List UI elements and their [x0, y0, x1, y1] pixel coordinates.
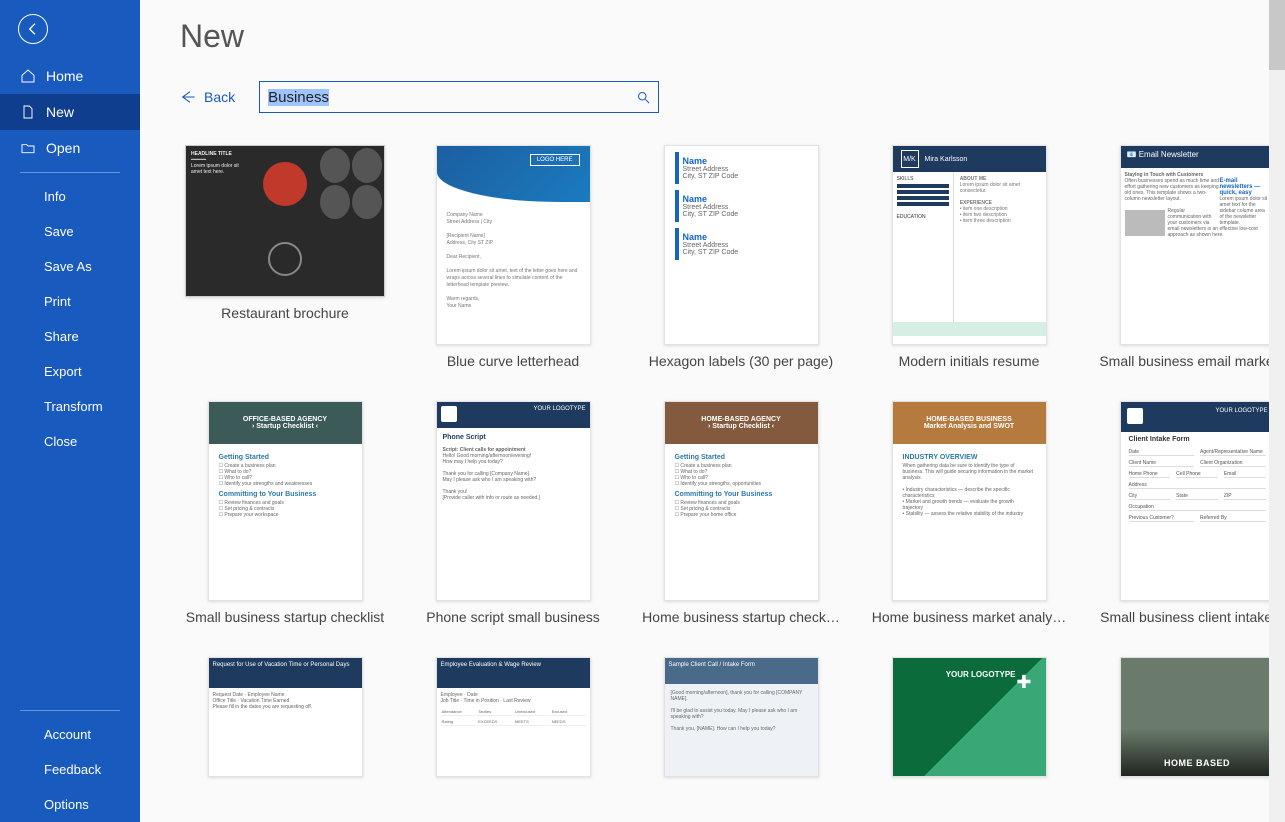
thumb-text: YOUR LOGOTYPE	[533, 406, 585, 424]
template-caption: Small business startup checklist	[186, 609, 384, 625]
search-input[interactable]	[260, 89, 628, 106]
thumb-text: City, ST ZIP Code	[683, 173, 804, 180]
thumb-text: Phone Script	[443, 434, 486, 441]
template-caption: Phone script small business	[426, 609, 600, 625]
template-restaurant-brochure[interactable]: HEADLINE TITLE━━━━━Lorem ipsum dolor sit…	[180, 145, 390, 369]
template-caption: Home business startup check…	[642, 609, 840, 625]
divider	[20, 710, 120, 711]
thumb-text: Getting Started	[219, 454, 352, 461]
thumb-text: Client Intake Form	[1121, 432, 1274, 447]
sidebar-item-label: Open	[46, 140, 80, 156]
thumb-text: Street Address	[683, 242, 804, 249]
thumb-text: Mira Karlsson	[925, 156, 968, 163]
thumb-text: LOGO HERE	[530, 154, 580, 166]
arrow-left-icon	[180, 89, 196, 105]
template-client-intake[interactable]: YOUR LOGOTYPE Client Intake Form DateAge…	[1092, 401, 1285, 625]
thumb-text: Email Newsletter	[1139, 150, 1199, 159]
thumb-text: INDUSTRY OVERVIEW	[903, 454, 1036, 461]
thumb-text: ABOUT ME	[960, 176, 987, 182]
thumb-text: YOUR LOGOTYPE	[946, 670, 1016, 679]
thumb-text: HOME BASED	[1121, 658, 1274, 776]
thumb-text: HOME-BASED AGENCY	[701, 416, 780, 423]
sidebar-item-save-as[interactable]: Save As	[0, 249, 140, 284]
thumb-text: Name	[683, 194, 804, 204]
search-button[interactable]	[628, 83, 658, 111]
thumb-text: Getting Started	[675, 454, 808, 461]
back-label: Back	[204, 89, 235, 105]
template-modern-initials-resume[interactable]: M/K Mira Karlsson SKILLS EDUCATION ABOUT M…	[864, 145, 1074, 369]
template-caption: Small business email marketi…	[1099, 353, 1285, 369]
template-caption: Blue curve letterhead	[447, 353, 579, 369]
template-phone-script[interactable]: YOUR LOGOTYPE Phone ScriptScript: Client…	[408, 401, 618, 625]
sidebar-item-info[interactable]: Info	[0, 179, 140, 214]
search-icon	[636, 90, 651, 105]
template-hexagon-labels[interactable]: NameStreet AddressCity, ST ZIP Code Name…	[636, 145, 846, 369]
sidebar-item-print[interactable]: Print	[0, 284, 140, 319]
sidebar-item-close[interactable]: Close	[0, 424, 140, 459]
template-employee-evaluation[interactable]: Employee Evaluation & Wage Review Employ…	[408, 657, 618, 777]
template-caption: Restaurant brochure	[221, 305, 349, 321]
sidebar-item-export[interactable]: Export	[0, 354, 140, 389]
sidebar-item-label: Home	[46, 68, 83, 84]
sidebar-item-feedback[interactable]: Feedback	[0, 752, 140, 787]
template-caption: Home business market analy…	[872, 609, 1067, 625]
home-icon	[20, 68, 36, 84]
thumb-text: Name	[683, 232, 804, 242]
template-home-based-cover[interactable]: HOME BASED	[1092, 657, 1285, 777]
template-market-analysis[interactable]: HOME-BASED BUSINESSMarket Analysis and S…	[864, 401, 1074, 625]
thumb-text: SKILLS	[897, 176, 914, 182]
sidebar-item-share[interactable]: Share	[0, 319, 140, 354]
template-home-business-checklist[interactable]: HOME-BASED AGENCY› Startup Checklist ‹ G…	[636, 401, 846, 625]
thumb-text: Street Address	[683, 166, 804, 173]
template-caption: Modern initials resume	[899, 353, 1040, 369]
template-vacation-request[interactable]: Request for Use of Vacation Time or Pers…	[180, 657, 390, 777]
sidebar-item-home[interactable]: Home	[0, 58, 140, 94]
thumb-text: City, ST ZIP Code	[683, 211, 804, 218]
thumb-text: Committing to Your Business	[675, 491, 808, 498]
thumb-text: Employee Evaluation & Wage Review	[441, 662, 542, 668]
template-search-box[interactable]	[259, 81, 659, 113]
template-startup-checklist[interactable]: OFFICE-BASED AGENCY› Startup Checklist ‹…	[180, 401, 390, 625]
thumb-text: City, ST ZIP Code	[683, 249, 804, 256]
sidebar-item-open[interactable]: Open	[0, 130, 140, 166]
thumb-text: Committing to Your Business	[219, 491, 352, 498]
thumb-text: Market Analysis and SWOT	[924, 423, 1014, 430]
template-medical-logotype[interactable]: ✚YOUR LOGOTYPE	[864, 657, 1074, 777]
sidebar-item-new[interactable]: New	[0, 94, 140, 130]
template-sample-client-call[interactable]: Sample Client Call / Intake Form [Good m…	[636, 657, 846, 777]
template-email-newsletter[interactable]: 📧 Email Newsletter Staying in Touch with…	[1092, 145, 1285, 369]
thumb-text: OFFICE-BASED AGENCY	[243, 416, 327, 423]
new-icon	[20, 104, 36, 120]
thumb-text: M/K	[901, 150, 919, 168]
thumb-text: YOUR LOGOTYPE	[1215, 408, 1267, 426]
sidebar-item-save[interactable]: Save	[0, 214, 140, 249]
search-back-button[interactable]: Back	[180, 89, 235, 105]
sidebar-item-options[interactable]: Options	[0, 787, 140, 822]
thumb-text: › Startup Checklist ‹	[252, 423, 318, 430]
thumb-text: Sample Client Call / Intake Form	[669, 662, 755, 680]
thumb-text: EXPERIENCE	[960, 200, 992, 206]
sidebar-item-account[interactable]: Account	[0, 717, 140, 752]
sidebar-item-label: New	[46, 104, 74, 120]
template-blue-curve-letterhead[interactable]: LOGO HERE Company NameStreet Address | C…	[408, 145, 618, 369]
sidebar-item-transform[interactable]: Transform	[0, 389, 140, 424]
thumb-text: Request for Use of Vacation Time or Pers…	[213, 662, 350, 668]
template-caption: Small business client intake f…	[1100, 609, 1285, 625]
divider	[20, 172, 120, 173]
backstage-back-button[interactable]	[18, 14, 48, 44]
thumb-text: Name	[683, 156, 804, 166]
thumb-text: Street Address	[683, 204, 804, 211]
thumb-text: › Startup Checklist ‹	[708, 423, 774, 430]
vertical-scrollbar[interactable]	[1269, 0, 1285, 822]
thumb-text: HOME-BASED BUSINESS	[926, 416, 1012, 423]
template-caption: Hexagon labels (30 per page)	[649, 353, 833, 369]
open-icon	[20, 140, 36, 156]
thumb-text: E-mail newsletters — quick, easy	[1220, 178, 1261, 196]
thumb-text: HEADLINE TITLE	[191, 151, 232, 157]
thumb-text: EDUCATION	[897, 214, 926, 220]
scrollbar-thumb[interactable]	[1269, 0, 1285, 70]
page-title: New	[180, 18, 1285, 55]
